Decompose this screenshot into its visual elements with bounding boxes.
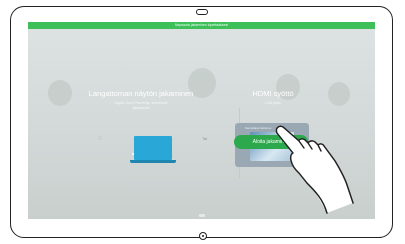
home-button-dot: [201, 234, 204, 237]
wireless-share-title: Langattoman näytön jakaminen: [88, 89, 194, 98]
hand-pointer-icon: [275, 125, 354, 214]
hdmi-input-subtitle: Liitä johto: [265, 101, 281, 105]
laptop-indicator: [132, 153, 134, 155]
wireless-share-subtitle: Käytä Cisco Proximity -sovellusta jakaak…: [114, 101, 168, 110]
laptop-base: [130, 160, 176, 163]
laptop-icon: [134, 136, 172, 160]
background-person: [328, 82, 350, 106]
hdmi-input-title: HDMI syöttö: [252, 89, 294, 98]
top-status-banner[interactable]: Napsauta jakaminen lopettaaksesi: [28, 22, 375, 29]
background-person: [48, 80, 72, 106]
camera-icon: [196, 9, 208, 15]
or-label: Tai: [202, 136, 208, 141]
home-button-icon[interactable]: [199, 232, 207, 240]
proximity-icon: ◌: [98, 135, 103, 142]
bottom-handle[interactable]: [199, 214, 205, 217]
